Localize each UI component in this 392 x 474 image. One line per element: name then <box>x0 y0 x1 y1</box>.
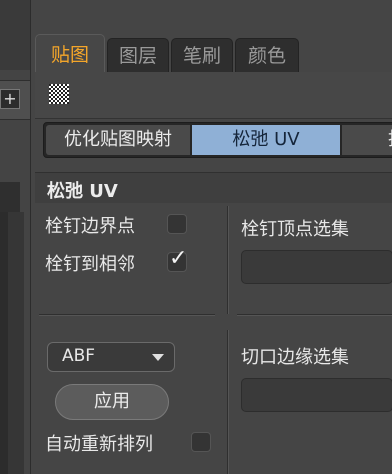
tab-color[interactable]: 颜色 <box>235 38 299 72</box>
tab-texture[interactable]: 贴图 <box>35 34 105 72</box>
checkmark-icon: ✓ <box>169 246 188 271</box>
section-title: 松弛 UV <box>47 181 118 202</box>
column-divider-lower <box>227 330 229 474</box>
cut-edge-selection-field[interactable] <box>241 378 392 412</box>
relax-uv-button[interactable]: 松弛 UV <box>192 125 340 155</box>
method-dropdown[interactable]: ABF <box>47 342 175 372</box>
left-panel-edge <box>0 212 8 474</box>
pin-vertex-selection-label: 栓钉顶点选集 <box>241 219 349 240</box>
pin-border-label: 栓钉边界点 <box>45 216 135 237</box>
auto-rearrange-label: 自动重新排列 <box>45 434 153 455</box>
add-button[interactable]: + <box>0 89 20 109</box>
left-panel-strip: + <box>0 0 30 474</box>
section-header: 松弛 UV <box>35 172 392 203</box>
pin-neighbor-checkbox[interactable]: ✓ <box>167 246 187 272</box>
apply-button[interactable]: 应用 <box>55 384 169 420</box>
cut-edge-selection-label: 切口边缘选集 <box>241 347 349 368</box>
chevron-down-icon <box>152 354 164 361</box>
tab-brush[interactable]: 笔刷 <box>171 38 233 72</box>
mode-bar: 优化贴图映射 松弛 UV 投 <box>43 122 392 158</box>
row-divider <box>39 314 215 316</box>
pin-neighbor-label: 栓钉到相邻 <box>45 254 135 275</box>
tab-layers[interactable]: 图层 <box>107 38 169 72</box>
row-divider-right <box>237 314 392 316</box>
pin-border-checkbox[interactable] <box>167 214 187 234</box>
auto-rearrange-checkbox[interactable] <box>191 432 211 452</box>
left-panel-top <box>0 0 30 70</box>
left-panel-list-item[interactable] <box>0 182 20 212</box>
optimize-mapping-button[interactable]: 优化贴图映射 <box>46 125 190 155</box>
checker-grid-icon[interactable] <box>49 84 69 104</box>
projection-button[interactable]: 投 <box>342 125 392 155</box>
panel-toolbar <box>35 72 392 119</box>
column-divider <box>227 206 229 314</box>
texture-panel: 贴图 图层 笔刷 颜色 优化贴图映射 松弛 UV 投 松弛 UV 栓钉边界点 栓… <box>30 0 392 474</box>
method-dropdown-value: ABF <box>62 346 96 366</box>
pin-vertex-selection-field[interactable] <box>241 250 392 284</box>
